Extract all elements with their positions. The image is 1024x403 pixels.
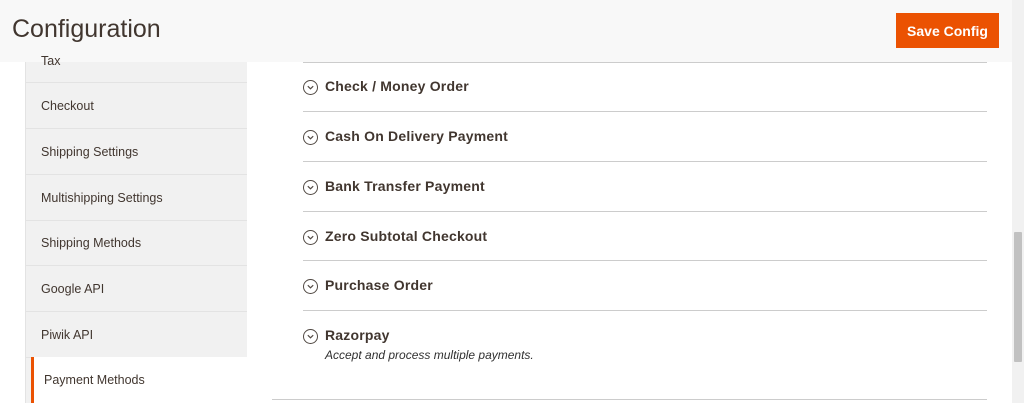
section-razorpay[interactable]: Razorpay Accept and process multiple pay…	[303, 327, 987, 369]
section-title: Purchase Order	[325, 277, 433, 293]
section-check-money-order[interactable]: Check / Money Order	[303, 78, 987, 112]
sidebar-item-tax[interactable]: Tax	[26, 39, 247, 83]
section-purchase-order[interactable]: Purchase Order	[303, 277, 987, 311]
sidebar-item-multishipping-settings[interactable]: Multishipping Settings	[26, 175, 247, 221]
content-bottom-divider	[272, 399, 987, 400]
section-title: Razorpay	[325, 327, 390, 343]
page-scrollbar[interactable]	[1012, 0, 1024, 403]
sidebar-item-shipping-settings[interactable]: Shipping Settings	[26, 129, 247, 175]
save-config-button[interactable]: Save Config	[896, 13, 999, 48]
scrollbar-thumb[interactable]	[1014, 232, 1022, 362]
config-sidebar: Tax Checkout Shipping Settings Multiship…	[25, 54, 253, 403]
chevron-down-icon[interactable]	[303, 80, 318, 95]
chevron-down-icon[interactable]	[303, 180, 318, 195]
chevron-down-icon[interactable]	[303, 130, 318, 145]
sidebar-item-piwik-api[interactable]: Piwik API	[26, 312, 247, 358]
sidebar-item-shipping-methods[interactable]: Shipping Methods	[26, 220, 247, 266]
chevron-down-icon[interactable]	[303, 279, 318, 294]
sidebar-item-payment-methods[interactable]: Payment Methods	[31, 357, 253, 403]
section-description: Accept and process multiple payments.	[325, 348, 534, 362]
section-cash-on-delivery[interactable]: Cash On Delivery Payment	[303, 128, 987, 162]
chevron-down-icon[interactable]	[303, 329, 318, 344]
section-title: Zero Subtotal Checkout	[325, 228, 488, 244]
sidebar-item-checkout[interactable]: Checkout	[26, 83, 247, 129]
section-title: Check / Money Order	[325, 78, 469, 94]
section-title: Bank Transfer Payment	[325, 178, 485, 194]
content-top-divider	[303, 62, 987, 63]
section-bank-transfer[interactable]: Bank Transfer Payment	[303, 178, 987, 212]
section-zero-subtotal-checkout[interactable]: Zero Subtotal Checkout	[303, 228, 987, 261]
section-title: Cash On Delivery Payment	[325, 128, 508, 144]
sidebar-item-google-api[interactable]: Google API	[26, 266, 247, 312]
chevron-down-icon[interactable]	[303, 230, 318, 245]
